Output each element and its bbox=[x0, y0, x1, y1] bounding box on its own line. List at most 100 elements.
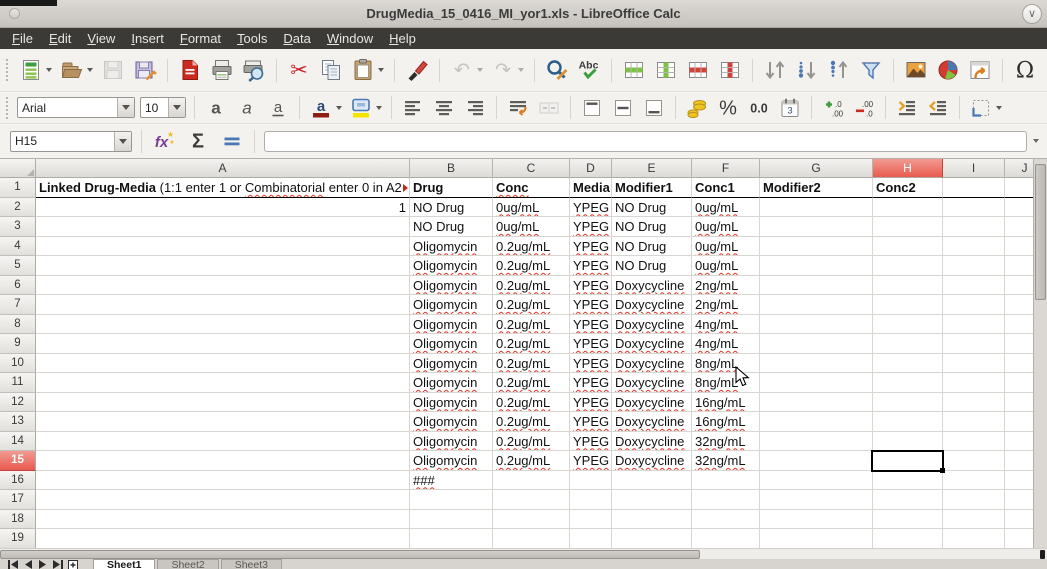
delete-columns-button[interactable] bbox=[717, 57, 743, 83]
row-header-9[interactable]: 9 bbox=[0, 334, 36, 354]
cell-H19[interactable] bbox=[873, 529, 943, 549]
row-header-7[interactable]: 7 bbox=[0, 295, 36, 315]
cell-F12[interactable]: 16ng/mL bbox=[692, 393, 760, 413]
cell-B13[interactable]: Oligomycin bbox=[410, 412, 493, 432]
cell-H12[interactable] bbox=[873, 393, 943, 413]
delete-rows-button[interactable] bbox=[685, 57, 711, 83]
align-right-button[interactable] bbox=[462, 95, 488, 121]
cell-C17[interactable] bbox=[493, 490, 570, 510]
cell-E11[interactable]: Doxycycline bbox=[612, 373, 692, 393]
cell-A3[interactable] bbox=[36, 217, 410, 237]
cell-I9[interactable] bbox=[943, 334, 1005, 354]
cell-A13[interactable] bbox=[36, 412, 410, 432]
find-and-replace-button[interactable] bbox=[544, 57, 570, 83]
cell-F4[interactable]: 0ug/mL bbox=[692, 237, 760, 257]
cell-D7[interactable]: YPEG bbox=[570, 295, 612, 315]
borders-dropdown-icon[interactable] bbox=[996, 106, 1002, 110]
cell-F15[interactable]: 32ng/mL bbox=[692, 451, 760, 471]
row-header-12[interactable]: 12 bbox=[0, 393, 36, 413]
cell-C12[interactable]: 0.2ug/mL bbox=[493, 393, 570, 413]
cell-A16[interactable] bbox=[36, 471, 410, 491]
vertical-scrollbar[interactable] bbox=[1033, 159, 1047, 548]
font-size-combo[interactable]: 10 bbox=[140, 97, 186, 118]
cell-E2[interactable]: NO Drug bbox=[612, 198, 692, 218]
open-dropdown-icon[interactable] bbox=[87, 68, 93, 72]
copy-button[interactable] bbox=[318, 57, 344, 83]
cell-F5[interactable]: 0ug/mL bbox=[692, 256, 760, 276]
cell-E7[interactable]: Doxycycline bbox=[612, 295, 692, 315]
cell-D13[interactable]: YPEG bbox=[570, 412, 612, 432]
cell-A9[interactable] bbox=[36, 334, 410, 354]
row-header-15[interactable]: 15 bbox=[0, 451, 36, 471]
last-sheet-button[interactable] bbox=[51, 559, 64, 569]
cell-I1[interactable] bbox=[943, 178, 1005, 198]
cell-I6[interactable] bbox=[943, 276, 1005, 296]
cell-B18[interactable] bbox=[410, 510, 493, 530]
align-bottom-button[interactable] bbox=[641, 95, 667, 121]
cell-B2[interactable]: NO Drug bbox=[410, 198, 493, 218]
open-button[interactable] bbox=[59, 57, 94, 83]
cell-C13[interactable]: 0.2ug/mL bbox=[493, 412, 570, 432]
cell-C2[interactable]: 0ug/mL bbox=[493, 198, 570, 218]
cell-A14[interactable] bbox=[36, 432, 410, 452]
cell-B14[interactable]: Oligomycin bbox=[410, 432, 493, 452]
cell-I10[interactable] bbox=[943, 354, 1005, 374]
cell-F17[interactable] bbox=[692, 490, 760, 510]
column-header-I[interactable]: I bbox=[943, 159, 1005, 178]
cell-C9[interactable]: 0.2ug/mL bbox=[493, 334, 570, 354]
cell-cursor-H15[interactable] bbox=[871, 450, 944, 472]
cell-G17[interactable] bbox=[760, 490, 873, 510]
column-header-F[interactable]: F bbox=[692, 159, 760, 178]
cell-F7[interactable]: 2ng/mL bbox=[692, 295, 760, 315]
column-header-E[interactable]: E bbox=[612, 159, 692, 178]
cell-F19[interactable] bbox=[692, 529, 760, 549]
cell-D5[interactable]: YPEG bbox=[570, 256, 612, 276]
cell-I15[interactable] bbox=[943, 451, 1005, 471]
cell-G5[interactable] bbox=[760, 256, 873, 276]
align-top-button[interactable] bbox=[579, 95, 605, 121]
cell-F2[interactable]: 0ug/mL bbox=[692, 198, 760, 218]
freeze-rows-and-columns-button[interactable] bbox=[967, 57, 993, 83]
cell-H13[interactable] bbox=[873, 412, 943, 432]
row-header-10[interactable]: 10 bbox=[0, 354, 36, 374]
previous-sheet-button[interactable] bbox=[21, 559, 34, 569]
cell-A17[interactable] bbox=[36, 490, 410, 510]
number-button[interactable]: 0.0 bbox=[746, 95, 772, 121]
cell-I4[interactable] bbox=[943, 237, 1005, 257]
cell-G10[interactable] bbox=[760, 354, 873, 374]
autofilter-button[interactable] bbox=[858, 57, 884, 83]
cell-D12[interactable]: YPEG bbox=[570, 393, 612, 413]
cell-A12[interactable] bbox=[36, 393, 410, 413]
column-header-D[interactable]: D bbox=[570, 159, 612, 178]
cell-I17[interactable] bbox=[943, 490, 1005, 510]
column-header-G[interactable]: G bbox=[760, 159, 873, 178]
row-header-5[interactable]: 5 bbox=[0, 256, 36, 276]
cell-B10[interactable]: Oligomycin bbox=[410, 354, 493, 374]
cell-C19[interactable] bbox=[493, 529, 570, 549]
formula-input[interactable] bbox=[264, 131, 1027, 152]
center-vertically-button[interactable] bbox=[610, 95, 636, 121]
cell-B4[interactable]: Oligomycin bbox=[410, 237, 493, 257]
cell-F9[interactable]: 4ng/mL bbox=[692, 334, 760, 354]
cell-G4[interactable] bbox=[760, 237, 873, 257]
cell-E9[interactable]: Doxycycline bbox=[612, 334, 692, 354]
menu-file[interactable]: File bbox=[4, 28, 41, 49]
bold-button[interactable]: a bbox=[203, 95, 229, 121]
cell-G18[interactable] bbox=[760, 510, 873, 530]
expand-formula-icon[interactable] bbox=[1033, 139, 1039, 143]
menu-format[interactable]: Format bbox=[172, 28, 229, 49]
paste-dropdown-icon[interactable] bbox=[378, 68, 384, 72]
cell-C5[interactable]: 0.2ug/mL bbox=[493, 256, 570, 276]
sort-button[interactable] bbox=[762, 57, 788, 83]
cell-H6[interactable] bbox=[873, 276, 943, 296]
cell-C1[interactable]: Conc bbox=[493, 178, 570, 198]
cell-E17[interactable] bbox=[612, 490, 692, 510]
row-header-2[interactable]: 2 bbox=[0, 198, 36, 218]
cell-F18[interactable] bbox=[692, 510, 760, 530]
borders-button[interactable] bbox=[968, 95, 1003, 121]
fill-handle[interactable] bbox=[940, 468, 945, 473]
cell-B19[interactable] bbox=[410, 529, 493, 549]
cell-E12[interactable]: Doxycycline bbox=[612, 393, 692, 413]
cell-G11[interactable] bbox=[760, 373, 873, 393]
cell-D4[interactable]: YPEG bbox=[570, 237, 612, 257]
